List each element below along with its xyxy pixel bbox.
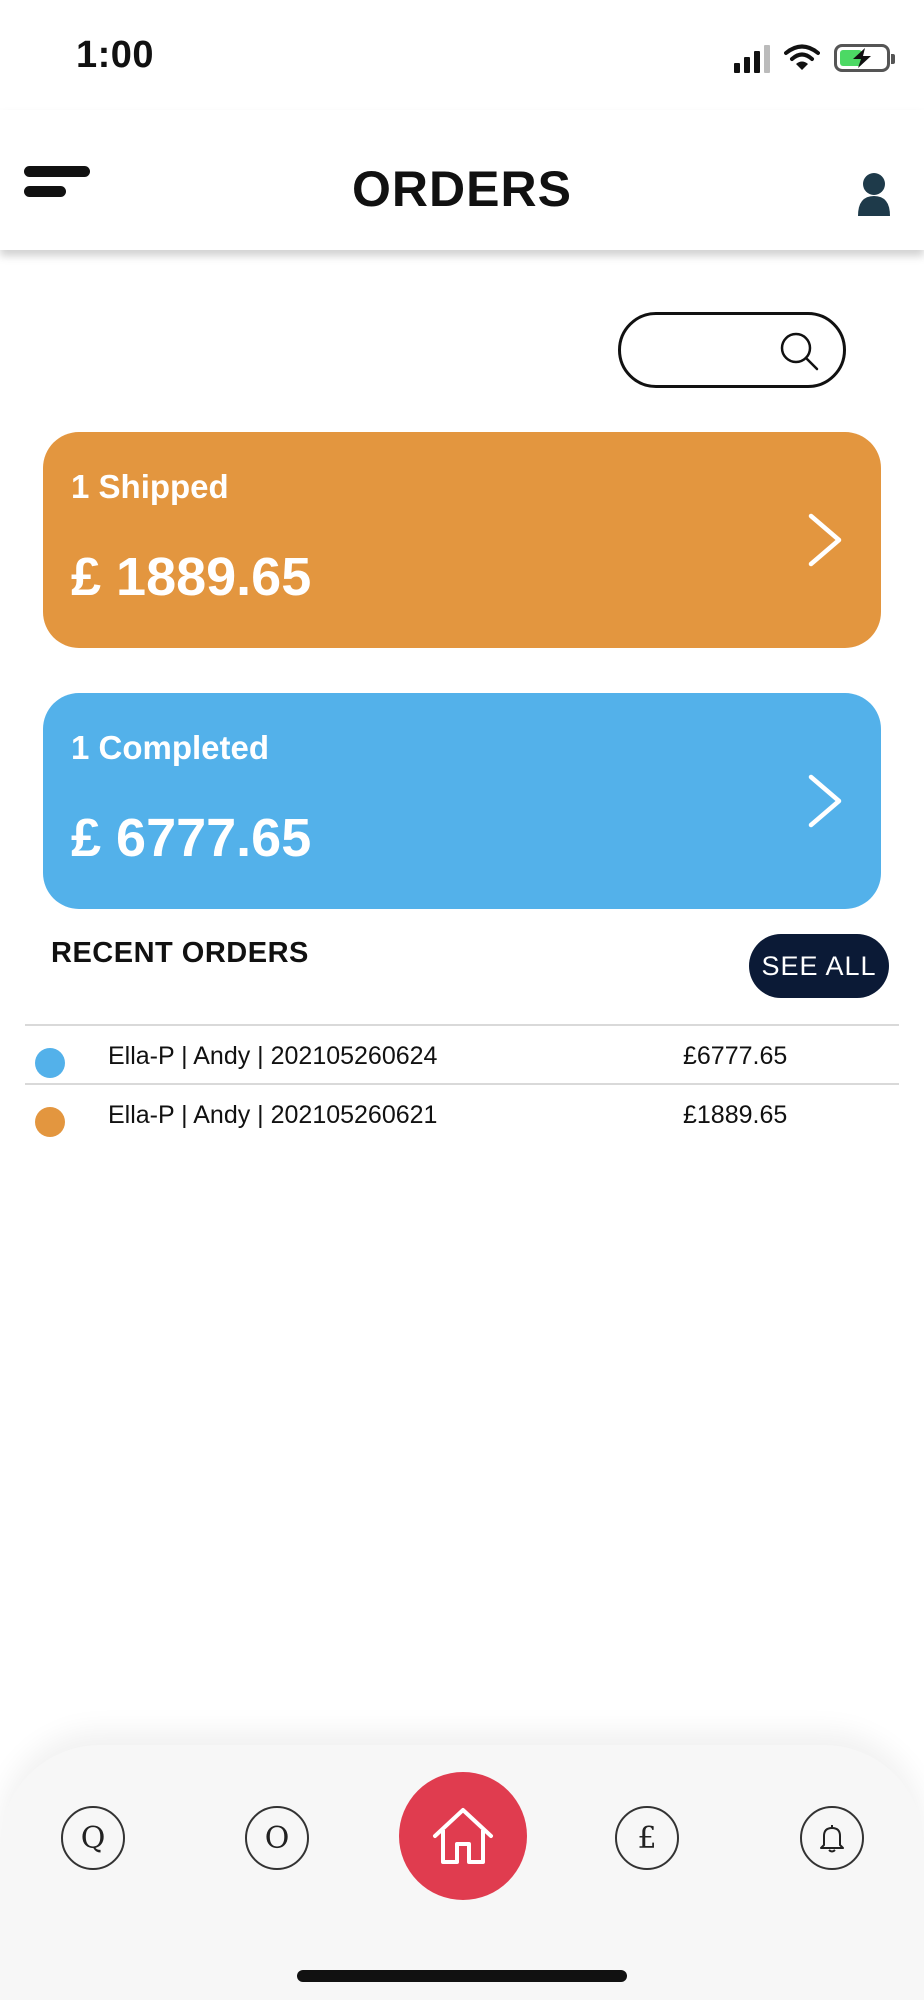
shipped-count-label: 1 Shipped <box>71 468 229 505</box>
status-icons <box>734 38 895 78</box>
bell-button[interactable] <box>800 1806 864 1870</box>
search-input[interactable] <box>641 327 781 373</box>
order-row[interactable]: Ella-P | Andy | 202105260621 £1889.65 <box>25 1085 899 1144</box>
chevron-right-icon[interactable] <box>807 512 843 568</box>
see-all-button[interactable]: SEE ALL <box>749 934 889 998</box>
bell-icon <box>820 1825 844 1853</box>
status-time: 1:00 <box>76 34 155 76</box>
app-header: ORDERS <box>0 110 924 250</box>
wifi-icon <box>784 44 820 70</box>
order-amount: £6777.65 <box>683 1042 788 1070</box>
order-description: Ella-P | Andy | 202105260621 <box>108 1101 438 1129</box>
status-dot-completed <box>35 1048 65 1078</box>
order-row[interactable]: Ella-P | Andy | 202105260624 £6777.65 <box>25 1026 899 1085</box>
page-title: ORDERS <box>352 161 572 217</box>
status-bar: 1:00 <box>0 0 924 110</box>
status-dot-shipped <box>35 1107 65 1137</box>
order-amount: £1889.65 <box>683 1101 788 1129</box>
user-icon[interactable] <box>856 170 892 218</box>
home-indicator <box>297 1970 627 1982</box>
completed-card[interactable]: 1 Completed £ 6777.65 <box>43 693 881 909</box>
completed-amount: £ 6777.65 <box>71 808 312 868</box>
shipped-card[interactable]: 1 Shipped £ 1889.65 <box>43 432 881 648</box>
order-description: Ella-P | Andy | 202105260624 <box>108 1042 438 1070</box>
completed-count-label: 1 Completed <box>71 729 270 766</box>
battery-charging-icon <box>834 44 895 72</box>
orders-icon[interactable]: O <box>245 1806 309 1870</box>
shipped-amount: £ 1889.65 <box>71 547 312 607</box>
home-icon <box>433 1808 493 1864</box>
pound-icon[interactable]: £ <box>615 1806 679 1870</box>
recent-orders-heading: RECENT ORDERS <box>51 937 309 969</box>
chevron-right-icon[interactable] <box>807 773 843 829</box>
signal-icon <box>734 43 770 73</box>
bottom-navigation: Q O £ <box>0 1745 924 2000</box>
recent-orders-list: Ella-P | Andy | 202105260624 £6777.65 El… <box>25 1024 899 1144</box>
quotes-icon[interactable]: Q <box>61 1806 125 1870</box>
home-button[interactable] <box>399 1772 527 1900</box>
search-icon[interactable] <box>779 331 819 371</box>
search-field[interactable] <box>618 312 846 388</box>
